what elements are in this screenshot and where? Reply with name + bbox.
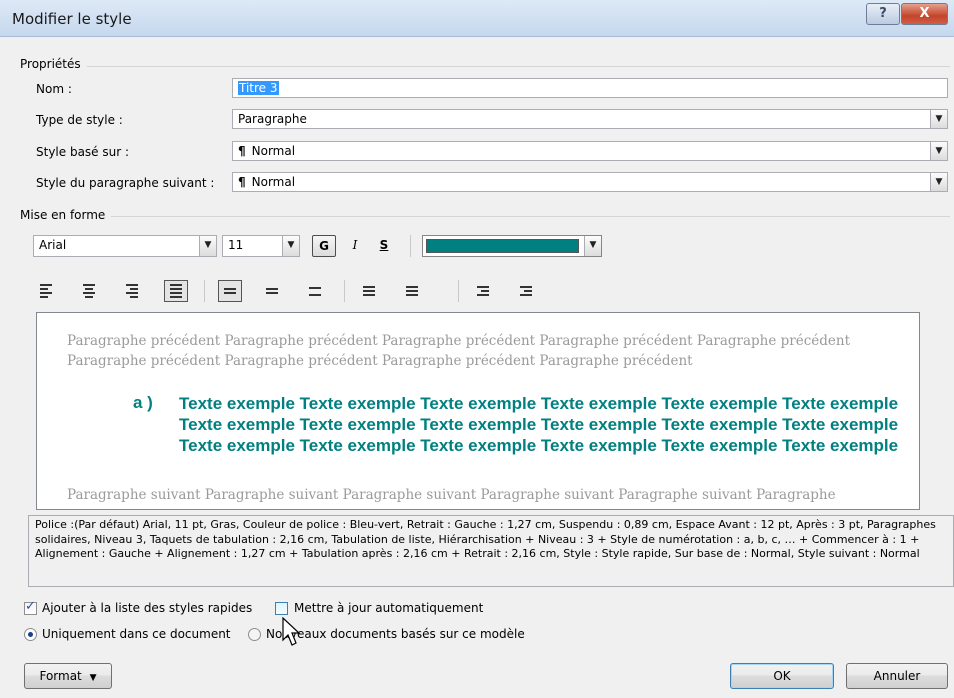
new-documents-radio[interactable]	[248, 628, 261, 641]
style-type-value: Paragraphe	[238, 112, 307, 126]
window-title: Modifier le style	[12, 10, 132, 28]
preview-sample-text: Texte exemple Texte exemple Texte exempl…	[179, 394, 899, 455]
font-color-swatch	[426, 239, 579, 253]
only-this-document-radio[interactable]	[24, 628, 37, 641]
preview-previous-paragraph: Paragraphe précédent Paragraphe précéden…	[67, 333, 851, 369]
single-spacing-button[interactable]	[218, 280, 242, 302]
add-quick-styles-checkbox[interactable]	[24, 599, 37, 615]
toolbar-separator	[344, 280, 345, 302]
double-spacing-button[interactable]	[304, 280, 328, 302]
close-icon: X	[919, 6, 930, 21]
help-button[interactable]: ?	[866, 3, 900, 25]
bold-button[interactable]: G	[312, 235, 336, 257]
formatting-divider	[20, 216, 950, 217]
chevron-down-icon: ▼	[89, 673, 97, 683]
pilcrow-icon: ¶	[238, 175, 246, 189]
mouse-pointer-icon	[282, 617, 301, 646]
next-style-value: Normal	[251, 175, 296, 189]
format-button-label: Format	[39, 669, 82, 683]
name-value: Titre 3	[238, 81, 279, 95]
next-style-select[interactable]: ¶ Normal ▼	[232, 172, 948, 192]
font-color-select[interactable]: ▼	[422, 235, 602, 257]
size-select[interactable]: 11 ▼	[222, 235, 300, 257]
add-quick-styles-label[interactable]: Ajouter à la liste des styles rapides	[42, 601, 252, 615]
increase-spacing-before-icon[interactable]	[358, 280, 382, 302]
name-label: Nom :	[36, 82, 72, 96]
formatting-group-label: Mise en forme	[20, 208, 112, 222]
preview-list-number: a )	[133, 393, 153, 412]
decrease-indent-icon[interactable]	[472, 280, 496, 302]
pilcrow-icon: ¶	[238, 144, 246, 158]
style-type-select[interactable]: Paragraphe ▼	[232, 109, 948, 129]
title-bar: Modifier le style ? X	[0, 0, 954, 37]
toolbar-separator	[410, 235, 411, 257]
font-value: Arial	[39, 238, 67, 252]
align-right-button[interactable]	[121, 280, 145, 302]
new-documents-label[interactable]: Nouveaux documents basés sur ce modèle	[266, 627, 525, 641]
italic-button[interactable]: I	[343, 235, 367, 257]
based-on-value: Normal	[251, 144, 296, 158]
style-type-label: Type de style :	[36, 113, 123, 127]
help-icon: ?	[879, 6, 887, 21]
toolbar-separator	[204, 280, 205, 302]
style-description: Police :(Par défaut) Arial, 11 pt, Gras,…	[28, 515, 954, 587]
chevron-down-icon[interactable]: ▼	[930, 173, 947, 191]
align-center-button[interactable]	[78, 280, 102, 302]
preview-next-paragraph: Paragraphe suivant Paragraphe suivant Pa…	[67, 487, 836, 503]
chevron-down-icon[interactable]: ▼	[282, 236, 299, 256]
based-on-label: Style basé sur :	[36, 145, 130, 159]
format-button[interactable]: Format ▼	[24, 663, 112, 689]
auto-update-checkbox[interactable]	[275, 602, 288, 615]
chevron-down-icon[interactable]: ▼	[930, 142, 947, 160]
size-value: 11	[228, 238, 244, 252]
name-field[interactable]: Titre 3	[232, 78, 948, 98]
cancel-button[interactable]: Annuler	[846, 663, 948, 689]
ok-button[interactable]: OK	[730, 663, 834, 689]
one-half-spacing-button[interactable]	[261, 280, 285, 302]
style-preview: Paragraphe précédent Paragraphe précéden…	[36, 312, 920, 510]
decrease-spacing-before-icon[interactable]	[401, 280, 425, 302]
properties-group-label: Propriétés	[20, 57, 87, 71]
chevron-down-icon[interactable]: ▼	[584, 236, 601, 256]
properties-divider	[20, 66, 950, 67]
align-left-button[interactable]	[35, 280, 59, 302]
font-select[interactable]: Arial ▼	[33, 235, 217, 257]
toolbar-separator	[458, 280, 459, 302]
close-button[interactable]: X	[901, 3, 948, 25]
underline-button[interactable]: S	[372, 235, 396, 257]
next-style-label: Style du paragraphe suivant :	[36, 176, 215, 190]
justify-button[interactable]	[164, 280, 188, 302]
chevron-down-icon[interactable]: ▼	[199, 236, 216, 256]
auto-update-label[interactable]: Mettre à jour automatiquement	[294, 601, 483, 615]
increase-indent-icon[interactable]	[515, 280, 539, 302]
only-this-document-label[interactable]: Uniquement dans ce document	[42, 627, 231, 641]
chevron-down-icon[interactable]: ▼	[930, 110, 947, 128]
based-on-select[interactable]: ¶ Normal ▼	[232, 141, 948, 161]
